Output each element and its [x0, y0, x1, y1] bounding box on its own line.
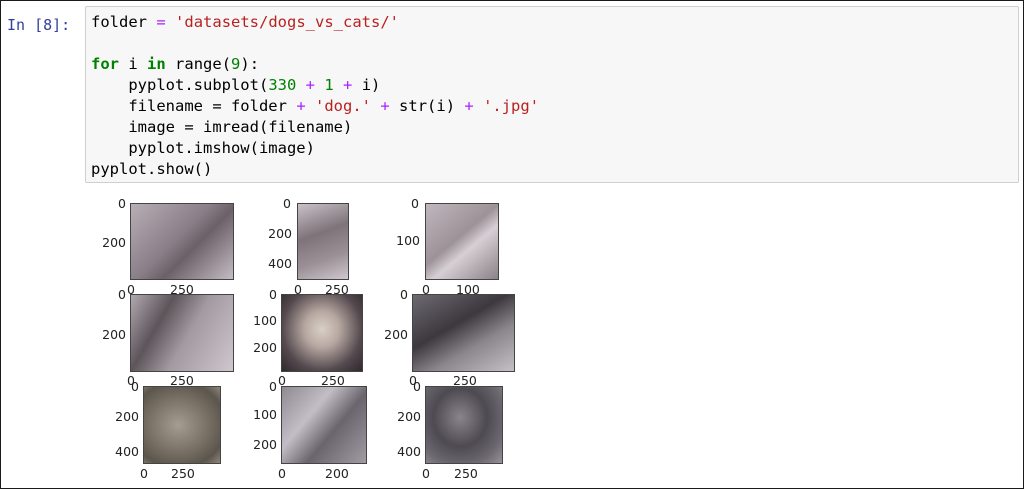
- dog-photo-icon: [425, 386, 503, 464]
- ytick: 200: [268, 226, 292, 241]
- ytick: 0: [118, 287, 126, 302]
- cell-output-area: 0 200 0 250 0 200 400 0 250 0 100 0 100 …: [85, 190, 1017, 485]
- ytick: 0: [131, 379, 139, 394]
- ytick: 400: [268, 256, 292, 271]
- dog-photo-icon: [297, 203, 349, 280]
- ytick: 100: [396, 233, 420, 248]
- ytick: 100: [253, 313, 277, 328]
- ytick: 200: [102, 327, 126, 342]
- xtick: 0: [140, 466, 148, 481]
- ytick: 200: [384, 327, 408, 342]
- ytick: 0: [269, 287, 277, 302]
- ytick: 0: [411, 196, 419, 211]
- ytick: 0: [400, 287, 408, 302]
- ytick: 400: [115, 444, 139, 459]
- code-line-1: folder = 'datasets/dogs_vs_cats/': [91, 13, 399, 31]
- ytick: 200: [397, 409, 421, 424]
- code-line-8: pyplot.show(): [91, 160, 213, 178]
- ytick: 200: [253, 340, 277, 355]
- xtick: 0: [422, 466, 430, 481]
- dog-photo-icon: [281, 386, 367, 464]
- ytick: 200: [115, 409, 139, 424]
- xtick: 250: [454, 466, 478, 481]
- input-prompt: In [8]:: [7, 16, 71, 34]
- code-line-6: image = imread(filename): [91, 118, 353, 136]
- ytick: 0: [413, 379, 421, 394]
- code-cell-editor[interactable]: folder = 'datasets/dogs_vs_cats/' for i …: [85, 6, 1019, 183]
- xtick: 200: [325, 466, 349, 481]
- ytick: 200: [102, 235, 126, 250]
- code-line-7: pyplot.imshow(image): [91, 139, 315, 157]
- ytick: 100: [253, 407, 277, 422]
- xtick: 0: [278, 466, 286, 481]
- dog-photo-icon: [425, 203, 499, 280]
- xtick: 250: [171, 466, 195, 481]
- ytick: 400: [397, 444, 421, 459]
- code-line-4: pyplot.subplot(330 + 1 + i): [91, 76, 381, 94]
- ytick: 0: [283, 196, 291, 211]
- dog-photo-icon: [130, 203, 234, 280]
- dog-photo-icon: [143, 386, 221, 464]
- ytick: 200: [253, 437, 277, 452]
- ytick: 0: [269, 379, 277, 394]
- code-line-5: filename = folder + 'dog.' + str(i) + '.…: [91, 97, 540, 115]
- dog-photo-icon: [412, 294, 515, 372]
- dog-photo-icon: [281, 294, 363, 372]
- ytick: 0: [118, 196, 126, 211]
- code-line-3: for i in range(9):: [91, 55, 260, 73]
- dog-photo-icon: [130, 294, 234, 372]
